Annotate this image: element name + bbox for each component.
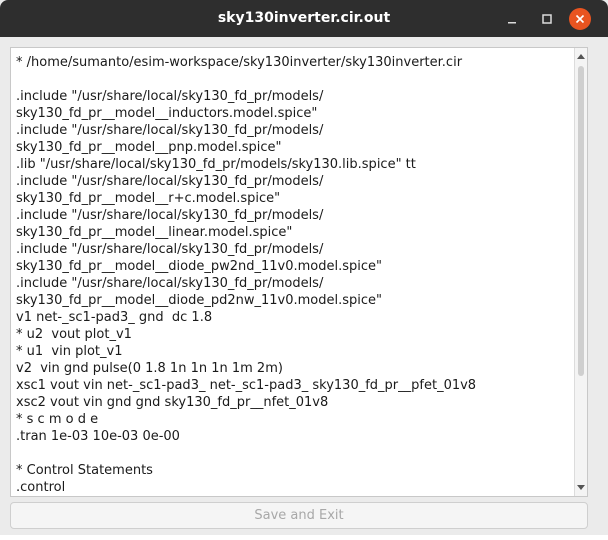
text-line: sky130_fd_pr__model__diode_pd2nw_11v0.mo… [16, 293, 382, 308]
maximize-button[interactable] [536, 8, 558, 30]
text-line: xsc2 vout vin gnd gnd sky130_fd_pr__nfet… [16, 395, 329, 410]
save-and-exit-button[interactable]: Save and Exit [10, 502, 588, 529]
text-line: .include "/usr/share/local/sky130_fd_pr/… [16, 174, 324, 189]
text-line: .control [16, 480, 66, 495]
chevron-up-icon [577, 54, 585, 59]
text-line: .lib "/usr/share/local/sky130_fd_pr/mode… [16, 157, 416, 172]
scroll-up-button[interactable] [575, 50, 587, 62]
text-line: .include "/usr/share/local/sky130_fd_pr/… [16, 123, 324, 138]
minimize-icon [508, 22, 516, 24]
text-line: .include "/usr/share/local/sky130_fd_pr/… [16, 242, 324, 257]
text-line: sky130_fd_pr__model__pnp.model.spice" [16, 140, 282, 155]
vertical-scrollbar[interactable] [574, 48, 587, 496]
text-line: * s c m o d e [16, 412, 99, 427]
text-line: .tran 1e-03 10e-03 0e-00 [16, 429, 180, 444]
text-line: v1 net-_sc1-pad3_ gnd dc 1.8 [16, 310, 213, 325]
title-bar[interactable]: sky130inverter.cir.out [0, 0, 608, 37]
file-text[interactable]: * /home/sumanto/esim-workspace/sky130inv… [16, 54, 572, 496]
text-line: xsc1 vout vin net-_sc1-pad3_ net-_sc1-pa… [16, 378, 477, 393]
text-line: sky130_fd_pr__model__diode_pw2nd_11v0.mo… [16, 259, 382, 274]
close-icon [575, 14, 585, 24]
app-window: sky130inverter.cir.out * /home/sumanto/e… [0, 0, 608, 540]
scrollbar-thumb[interactable] [578, 66, 584, 376]
text-line: * Control Statements [16, 463, 153, 478]
text-line: .include "/usr/share/local/sky130_fd_pr/… [16, 276, 324, 291]
text-line: * u2 vout plot_v1 [16, 327, 132, 342]
text-line: sky130_fd_pr__model__r+c.model.spice" [16, 191, 281, 206]
text-line: .include "/usr/share/local/sky130_fd_pr/… [16, 208, 324, 223]
text-line [16, 71, 572, 88]
text-line: v2 vin gnd pulse(0 1.8 1n 1n 1n 1m 2m) [16, 361, 283, 376]
text-line: sky130_fd_pr__model__linear.model.spice" [16, 225, 293, 240]
chevron-down-icon [577, 485, 585, 490]
close-button[interactable] [569, 8, 591, 30]
text-line: * u1 vin plot_v1 [16, 344, 123, 359]
text-line: * /home/sumanto/esim-workspace/sky130inv… [16, 55, 463, 70]
file-content-area[interactable]: * /home/sumanto/esim-workspace/sky130inv… [10, 47, 588, 497]
scroll-down-button[interactable] [575, 482, 587, 494]
minimize-button[interactable] [501, 8, 523, 30]
background-strip [0, 535, 608, 540]
text-line: sky130_fd_pr__model__inductors.model.spi… [16, 106, 318, 121]
maximize-icon [542, 14, 552, 24]
text-line: .include "/usr/share/local/sky130_fd_pr/… [16, 89, 324, 104]
text-line [16, 445, 572, 462]
